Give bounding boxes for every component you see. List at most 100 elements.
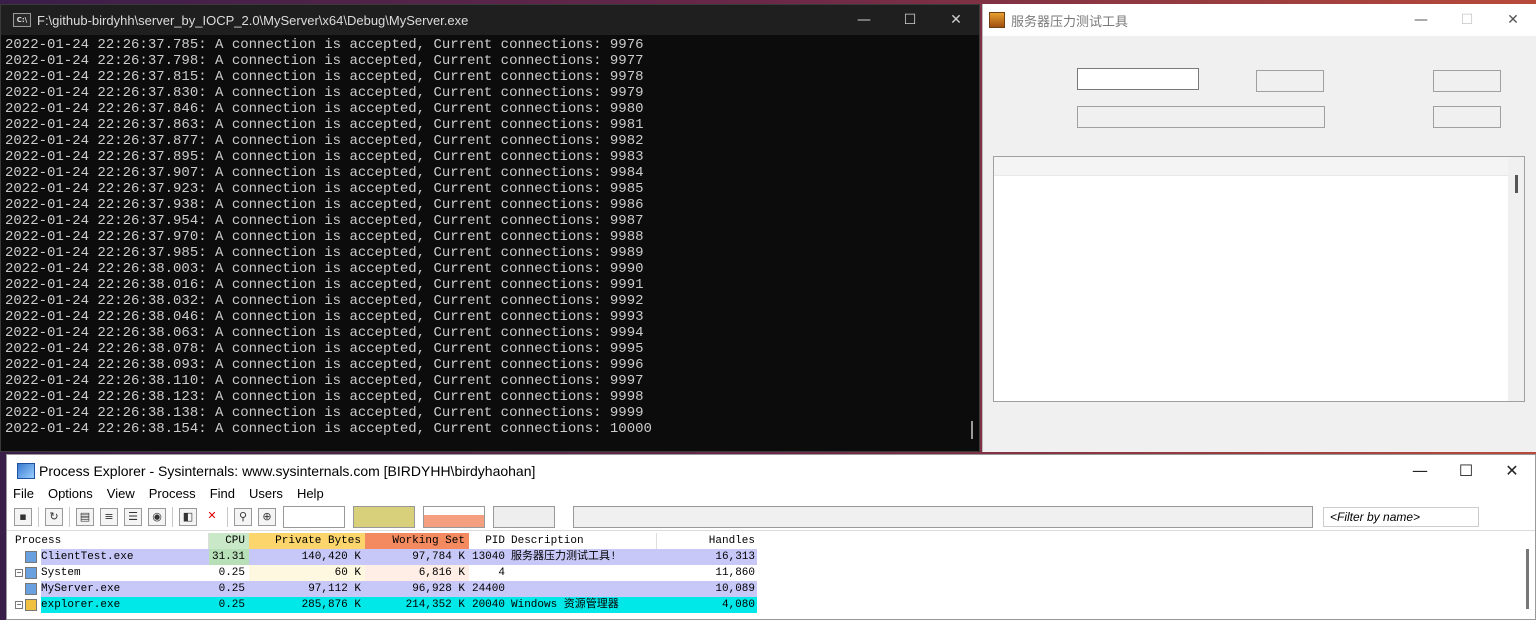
working-set-value: 97,784 K xyxy=(365,549,469,565)
column-private-bytes[interactable]: Private Bytes xyxy=(249,533,365,549)
console-line: 2022-01-24 22:26:38.032: A connection is… xyxy=(5,293,644,309)
system-info-icon[interactable]: ▤ xyxy=(76,508,94,526)
column-process[interactable]: Process xyxy=(11,533,209,549)
filter-input[interactable]: <Filter by name> xyxy=(1323,507,1479,527)
console-line: 2022-01-24 22:26:38.063: A connection is… xyxy=(5,325,644,341)
process-explorer-window[interactable]: Process Explorer - Sysinternals: www.sys… xyxy=(6,454,1536,620)
kill-process-icon[interactable]: ✕ xyxy=(203,508,221,526)
console-line: 2022-01-24 22:26:37.954: A connection is… xyxy=(5,213,644,229)
table-row[interactable]: MyServer.exe 0.25 97,112 K 96,928 K 24400 10,… xyxy=(11,581,759,597)
log-listbox[interactable] xyxy=(993,156,1525,402)
table-row[interactable]: ClientTest.exe 31.31 140,420 K 97,784 K 1304… xyxy=(11,549,759,565)
procexp-titlebar[interactable]: Process Explorer - Sysinternals: www.sys… xyxy=(7,455,1535,486)
list-scrollbar-thumb[interactable] xyxy=(1515,175,1518,193)
save-icon[interactable]: ▪ xyxy=(14,508,32,526)
handles-value: 10,089 xyxy=(657,581,757,597)
console-line: 2022-01-24 22:26:37.970: A connection is… xyxy=(5,229,644,245)
console-line: 2022-01-24 22:26:38.078: A connection is… xyxy=(5,341,644,357)
process-icon xyxy=(25,599,37,611)
menu-users[interactable]: Users xyxy=(249,486,283,504)
private-bytes-value: 97,112 K xyxy=(249,581,365,597)
expand-toggle-icon[interactable]: − xyxy=(15,569,23,578)
menu-bar: File Options View Process Find Users Hel… xyxy=(7,486,1535,504)
toolbar-separator xyxy=(172,507,173,527)
working-set-value: 214,352 K xyxy=(365,597,469,613)
console-line: 2022-01-24 22:26:37.830: A connection is… xyxy=(5,85,644,101)
menu-file[interactable]: File xyxy=(13,486,34,504)
column-description[interactable]: Description xyxy=(507,533,657,549)
interval-field[interactable] xyxy=(1433,106,1501,128)
toolbar-separator xyxy=(227,507,228,527)
app-icon xyxy=(989,12,1005,28)
procexp-title: Process Explorer - Sysinternals: www.sys… xyxy=(39,462,536,479)
cpu-value: 0.25 xyxy=(209,581,249,597)
process-name: MyServer.exe xyxy=(11,581,209,597)
toolbar-separator xyxy=(69,507,70,527)
console-line: 2022-01-24 22:26:38.046: A connection is… xyxy=(5,309,644,325)
process-name: − explorer.exe xyxy=(11,597,209,613)
cpu-graph[interactable] xyxy=(283,506,345,528)
console-scrollbar-thumb[interactable] xyxy=(971,421,973,439)
close-button[interactable]: ✕ xyxy=(933,5,979,35)
find-icon[interactable]: ⚲ xyxy=(234,508,252,526)
close-button[interactable]: ✕ xyxy=(1490,5,1536,35)
console-line: 2022-01-24 22:26:37.863: A connection is… xyxy=(5,117,644,133)
column-cpu[interactable]: CPU xyxy=(209,533,249,549)
maximize-button[interactable]: ☐ xyxy=(887,5,933,35)
cpu-value: 0.25 xyxy=(209,597,249,613)
column-pid[interactable]: PID xyxy=(469,533,507,549)
stress-tool-window[interactable]: 服务器压力测试工具 — ☐ ✕ xyxy=(982,4,1536,452)
console-line: 2022-01-24 22:26:38.003: A connection is… xyxy=(5,261,644,277)
network-graph xyxy=(573,506,1313,528)
port-field[interactable] xyxy=(1256,70,1324,92)
process-icon xyxy=(25,551,37,563)
table-row[interactable]: − System 0.25 60 K 6,816 K 4 11,860 xyxy=(11,565,759,581)
io-graph[interactable] xyxy=(493,506,555,528)
process-scrollbar-thumb[interactable] xyxy=(1526,549,1529,609)
console-line: 2022-01-24 22:26:37.907: A connection is… xyxy=(5,165,644,181)
console-line: 2022-01-24 22:26:37.815: A connection is… xyxy=(5,69,644,85)
expand-toggle-icon[interactable]: − xyxy=(15,601,23,610)
minimize-button[interactable]: — xyxy=(1398,5,1444,35)
target-icon[interactable]: ⊕ xyxy=(258,508,276,526)
refresh-icon[interactable]: ↻ xyxy=(45,508,63,526)
message-field[interactable] xyxy=(1077,106,1325,128)
lower-pane-icon[interactable]: ☰ xyxy=(124,508,142,526)
maximize-button[interactable]: ☐ xyxy=(1443,456,1489,486)
list-header xyxy=(994,157,1524,176)
physical-memory-graph[interactable] xyxy=(423,506,485,528)
menu-help[interactable]: Help xyxy=(297,486,324,504)
description-value: 服务器压力测试工具! xyxy=(507,549,657,565)
console-window[interactable]: C:\ F:\github-birdyhh\server_by_IOCP_2.0… xyxy=(0,4,980,452)
close-button[interactable]: ✕ xyxy=(1489,456,1535,486)
console-titlebar[interactable]: C:\ F:\github-birdyhh\server_by_IOCP_2.0… xyxy=(1,5,979,35)
toolbar-separator xyxy=(38,507,39,527)
stress-tool-titlebar[interactable]: 服务器压力测试工具 — ☐ ✕ xyxy=(983,4,1536,36)
find-window-icon[interactable]: ◉ xyxy=(148,508,166,526)
procexp-icon xyxy=(17,462,35,479)
console-line: 2022-01-24 22:26:38.093: A connection is… xyxy=(5,357,644,373)
menu-options[interactable]: Options xyxy=(48,486,93,504)
list-scrollbar[interactable] xyxy=(1508,157,1524,401)
count-field[interactable] xyxy=(1433,70,1501,92)
process-name-label: System xyxy=(41,565,209,581)
column-handles[interactable]: Handles xyxy=(657,533,757,549)
console-line: 2022-01-24 22:26:38.016: A connection is… xyxy=(5,277,644,293)
process-name: − System xyxy=(11,565,209,581)
pid-value: 24400 xyxy=(469,581,507,597)
minimize-button[interactable]: — xyxy=(841,5,887,35)
menu-view[interactable]: View xyxy=(107,486,135,504)
description-value xyxy=(507,565,657,581)
console-line: 2022-01-24 22:26:37.923: A connection is… xyxy=(5,181,644,197)
table-row[interactable]: − explorer.exe 0.25 285,876 K 214,352 K 20040… xyxy=(11,597,759,613)
working-set-value: 96,928 K xyxy=(365,581,469,597)
cpu-value: 0.25 xyxy=(209,565,249,581)
column-working-set[interactable]: Working Set xyxy=(365,533,469,549)
handles-icon[interactable]: ◧ xyxy=(179,508,197,526)
properties-icon[interactable]: ≡ xyxy=(100,508,118,526)
address-input[interactable] xyxy=(1077,68,1199,90)
minimize-button[interactable]: — xyxy=(1397,456,1443,486)
commit-graph[interactable] xyxy=(353,506,415,528)
menu-process[interactable]: Process xyxy=(149,486,196,504)
menu-find[interactable]: Find xyxy=(210,486,235,504)
